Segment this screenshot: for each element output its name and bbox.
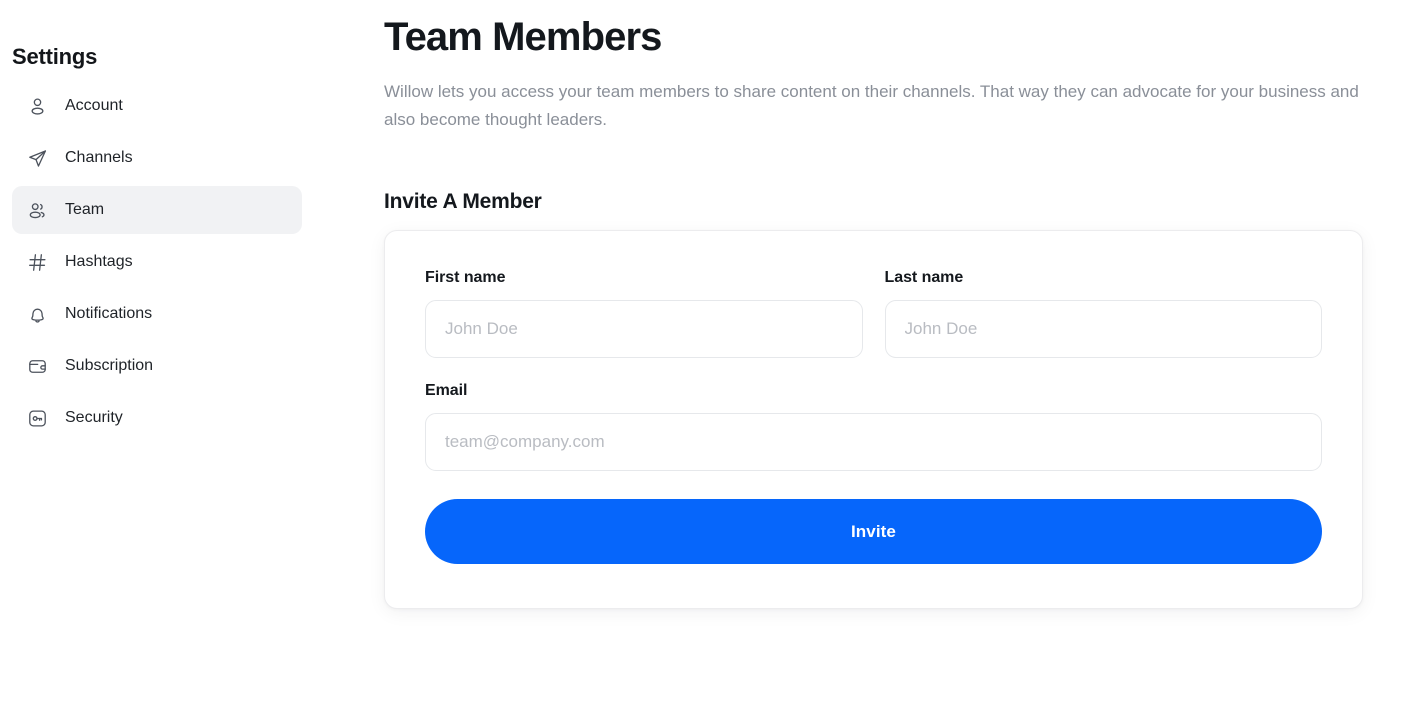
invite-member-card: First name Last name Email Invite xyxy=(384,230,1363,610)
settings-page: Settings Account Channels Team Hashtags … xyxy=(0,0,1426,711)
settings-sidebar: Settings Account Channels Team Hashtags … xyxy=(0,0,384,711)
sidebar-item-notifications[interactable]: Notifications xyxy=(12,290,302,338)
sidebar-item-channels[interactable]: Channels xyxy=(12,134,302,182)
email-field-group: Email xyxy=(425,382,1322,472)
first-name-label: First name xyxy=(425,269,506,287)
page-title: Team Members xyxy=(384,15,662,59)
sidebar-item-label: Notifications xyxy=(65,305,153,322)
paper-plane-icon xyxy=(26,147,48,169)
last-name-field-group: Last name xyxy=(884,269,1322,359)
bell-icon xyxy=(26,303,48,325)
sidebar-item-subscription[interactable]: Subscription xyxy=(12,342,302,390)
first-name-field-group: First name xyxy=(425,269,863,359)
sidebar-item-label: Account xyxy=(65,97,123,114)
wallet-icon xyxy=(26,355,48,377)
key-square-icon xyxy=(26,407,48,429)
page-description: Willow lets you access your team members… xyxy=(384,82,1359,129)
sidebar-item-label: Subscription xyxy=(65,357,154,374)
sidebar-item-security[interactable]: Security xyxy=(12,394,302,442)
section-title-invite-member: Invite A Member xyxy=(384,190,542,214)
sidebar-item-label: Hashtags xyxy=(65,253,133,270)
sidebar-item-hashtags[interactable]: Hashtags xyxy=(12,238,302,286)
sidebar-item-label: Team xyxy=(65,201,105,218)
invite-button[interactable]: Invite xyxy=(425,499,1322,565)
sidebar-item-label: Channels xyxy=(65,149,133,166)
last-name-input[interactable] xyxy=(884,300,1322,359)
name-fields-row: First name Last name xyxy=(425,269,1322,359)
sidebar-item-label: Security xyxy=(65,409,123,426)
email-input[interactable] xyxy=(425,413,1322,472)
users-icon xyxy=(26,199,48,221)
sidebar-title: Settings xyxy=(12,44,98,69)
email-label: Email xyxy=(425,382,468,400)
sidebar-item-account[interactable]: Account xyxy=(12,82,302,130)
main-content: Team Members Willow lets you access your… xyxy=(384,0,1426,711)
user-icon xyxy=(26,95,48,117)
hash-icon xyxy=(26,251,48,273)
last-name-label: Last name xyxy=(884,269,964,287)
first-name-input[interactable] xyxy=(425,300,863,359)
sidebar-nav: Account Channels Team Hashtags Notificat… xyxy=(0,80,384,444)
sidebar-item-team[interactable]: Team xyxy=(12,186,302,234)
